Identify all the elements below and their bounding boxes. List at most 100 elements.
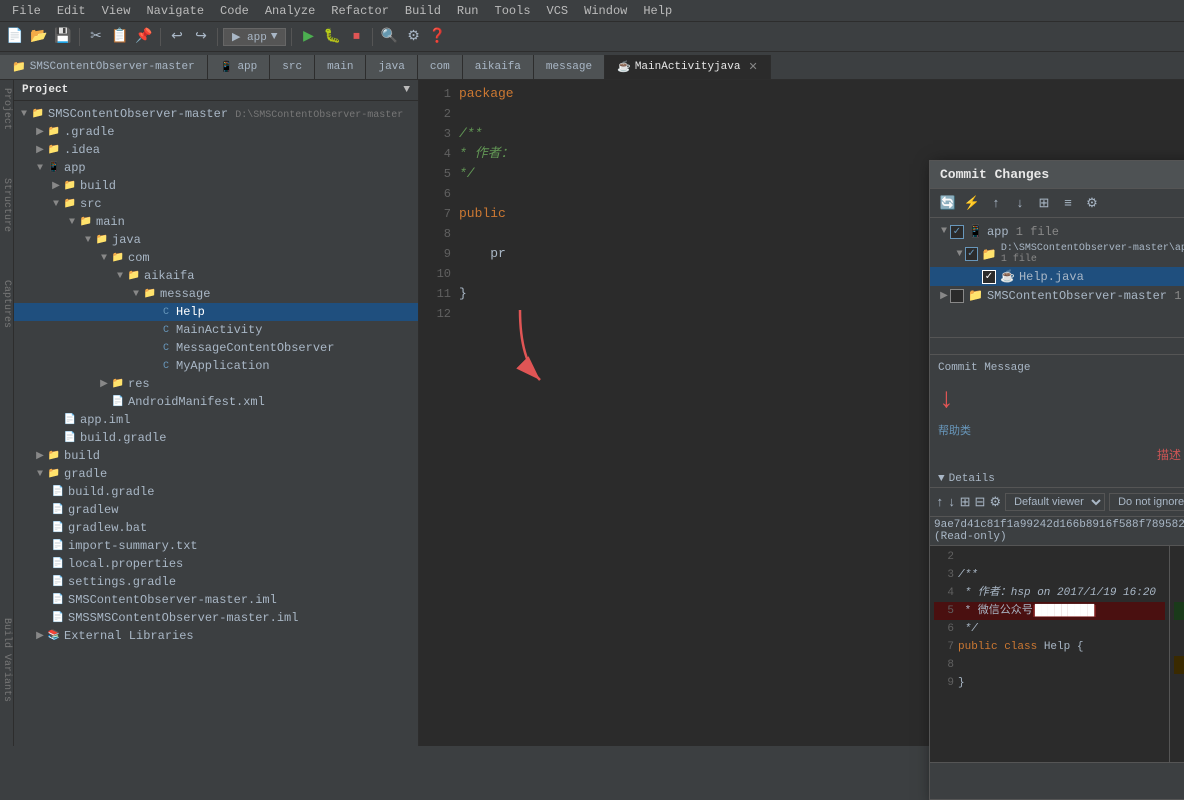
tree-root[interactable]: ▼ 📁 SMSContentObserver-master D:\SMSCont… [14, 105, 418, 123]
help-link[interactable]: 帮助类 [938, 426, 971, 438]
tree-build1[interactable]: ▶ 📁 build [14, 177, 418, 195]
menu-run[interactable]: Run [449, 0, 487, 21]
tree-androidmanifest[interactable]: 📄 AndroidManifest.xml [14, 393, 418, 411]
tab-src[interactable]: src [270, 55, 315, 79]
menu-code[interactable]: Code [212, 0, 257, 21]
toolbar-debug[interactable]: 🐛 [321, 26, 343, 48]
tree-com[interactable]: ▼ 📁 com [14, 249, 418, 267]
dtb-prev[interactable]: ↑ [986, 193, 1006, 213]
ft-check-app[interactable]: ✓ [950, 225, 964, 239]
menu-bar: File Edit View Navigate Code Analyze Ref… [0, 0, 1184, 22]
sidebar-captures-label[interactable]: Captures [0, 276, 13, 332]
tab-message[interactable]: message [534, 55, 605, 79]
tab-java[interactable]: java [366, 55, 417, 79]
toolbar-cut[interactable]: ✂ [85, 26, 107, 48]
toolbar-new[interactable]: 📄 [4, 26, 26, 48]
menu-window[interactable]: Window [576, 0, 635, 21]
sidebar-project-label[interactable]: Project [0, 84, 13, 134]
diff-ignore-select[interactable]: Do not ignore [1109, 493, 1184, 511]
file-tree-path[interactable]: ▼ ✓ 📁 D:\SMSContentObserver-master\app\s… [930, 241, 1184, 267]
tree-gradlew[interactable]: 📄 gradlew [14, 501, 418, 519]
tree-mainactivity[interactable]: C MainActivity [14, 321, 418, 339]
tree-main[interactable]: ▼ 📁 main [14, 213, 418, 231]
toolbar-help[interactable]: ❓ [426, 26, 448, 48]
toolbar-stop[interactable]: ⏹ [345, 26, 367, 48]
dtb-refresh[interactable]: 🔄 [938, 193, 958, 213]
dtb-diff[interactable]: ⚡ [962, 193, 982, 213]
tree-settings-gradle[interactable]: 📄 settings.gradle [14, 573, 418, 591]
details-arrow[interactable]: ▼ [938, 473, 945, 485]
file-tree-helpjava[interactable]: ✓ ☕ Help.java [930, 267, 1184, 286]
menu-file[interactable]: File [4, 0, 49, 21]
tree-buildgradle-app[interactable]: 📄 build.gradle [14, 429, 418, 447]
dtb-expand[interactable]: ⊞ [1034, 193, 1054, 213]
tree-appiml[interactable]: 📄 app.iml [14, 411, 418, 429]
tree-gradle[interactable]: ▶ 📁 .gradle [14, 123, 418, 141]
toolbar-redo[interactable]: ↪ [190, 26, 212, 48]
tree-idea[interactable]: ▶ 📁 .idea [14, 141, 418, 159]
toolbar-search[interactable]: 🔍 [378, 26, 400, 48]
sidebar-variants-label[interactable]: Build Variants [0, 614, 13, 706]
tree-external-libraries[interactable]: ▶ 📚 External Libraries [14, 627, 418, 645]
diff-btn-settings2[interactable]: ⚙ [989, 492, 1001, 512]
tree-local-properties[interactable]: 📄 local.properties [14, 555, 418, 573]
tree-messagecontentobserver[interactable]: C MessageContentObserver [14, 339, 418, 357]
menu-navigate[interactable]: Navigate [138, 0, 212, 21]
diff-btn-frame[interactable]: ⊞ [960, 492, 971, 512]
toolbar-settings[interactable]: ⚙ [402, 26, 424, 48]
run-config-dropdown[interactable]: ▶ app ▼ [223, 28, 286, 46]
toolbar-save[interactable]: 💾 [52, 26, 74, 48]
toolbar-run[interactable]: ▶ [297, 26, 319, 48]
tree-gradlew-bat[interactable]: 📄 gradlew.bat [14, 519, 418, 537]
file-tree-smsroot[interactable]: ▶ 📁 SMSContentObserver-master 1 file [930, 286, 1184, 305]
diff-btn-expand[interactable]: ⊟ [975, 492, 986, 512]
toolbar-copy[interactable]: 📋 [109, 26, 131, 48]
tree-message[interactable]: ▼ 📁 message [14, 285, 418, 303]
diff-btn-down[interactable]: ↓ [948, 492, 956, 512]
tree-build2[interactable]: ▶ 📁 build [14, 447, 418, 465]
tree-smssms-iml[interactable]: 📄 SMSSMSContentObserver-master.iml [14, 609, 418, 627]
diff-btn-up[interactable]: ↑ [936, 492, 944, 512]
menu-tools[interactable]: Tools [487, 0, 539, 21]
dtb-settings[interactable]: ⚙ [1082, 193, 1102, 213]
menu-edit[interactable]: Edit [49, 0, 94, 21]
tab-com[interactable]: com [418, 55, 463, 79]
tree-java[interactable]: ▼ 📁 java [14, 231, 418, 249]
toolbar-open[interactable]: 📂 [28, 26, 50, 48]
tree-app[interactable]: ▼ 📱 app [14, 159, 418, 177]
diff-viewer-select[interactable]: Default viewer [1005, 493, 1105, 511]
menu-build[interactable]: Build [397, 0, 449, 21]
menu-vcs[interactable]: VCS [539, 0, 577, 21]
menu-refactor[interactable]: Refactor [323, 0, 397, 21]
tree-sms-iml[interactable]: 📄 SMSContentObserver-master.iml [14, 591, 418, 609]
file-tree-app[interactable]: ▼ ✓ 📱 app 1 file [930, 222, 1184, 241]
dtb-list[interactable]: ≡ [1058, 193, 1078, 213]
tree-myapplication[interactable]: C MyApplication [14, 357, 418, 375]
ft-icon-smsroot: 📁 [968, 288, 983, 303]
tree-buildgradle-root[interactable]: 📄 build.gradle [14, 483, 418, 501]
tab-aikaifa[interactable]: aikaifa [463, 55, 534, 79]
tree-aikaifa[interactable]: ▼ 📁 aikaifa [14, 267, 418, 285]
tree-res[interactable]: ▶ 📁 res [14, 375, 418, 393]
tab-main[interactable]: main [315, 55, 366, 79]
project-dropdown[interactable]: ▼ [403, 84, 410, 96]
tree-arrow-root: ▼ [18, 109, 30, 120]
tree-gradle-folder[interactable]: ▼ 📁 gradle [14, 465, 418, 483]
sidebar-structure-label[interactable]: Structure [0, 174, 13, 236]
toolbar-undo[interactable]: ↩ [166, 26, 188, 48]
menu-analyze[interactable]: Analyze [257, 0, 323, 21]
ft-check-smsroot[interactable] [950, 289, 964, 303]
tab-smscontentobserver[interactable]: 📁 SMSContentObserver-master [0, 55, 208, 79]
tree-help[interactable]: C Help [14, 303, 418, 321]
tab-app[interactable]: 📱 app [208, 55, 271, 79]
tree-src[interactable]: ▼ 📁 src [14, 195, 418, 213]
toolbar-paste[interactable]: 📌 [133, 26, 155, 48]
ft-check-help[interactable]: ✓ [982, 270, 996, 284]
tab-close-mainactivity[interactable]: ✕ [748, 60, 757, 74]
menu-view[interactable]: View [94, 0, 139, 21]
tab-mainactivity[interactable]: ☕ MainActivityjava ✕ [605, 55, 771, 79]
menu-help[interactable]: Help [635, 0, 680, 21]
dtb-next[interactable]: ↓ [1010, 193, 1030, 213]
ft-check-path[interactable]: ✓ [965, 247, 978, 261]
tree-import-summary[interactable]: 📄 import-summary.txt [14, 537, 418, 555]
